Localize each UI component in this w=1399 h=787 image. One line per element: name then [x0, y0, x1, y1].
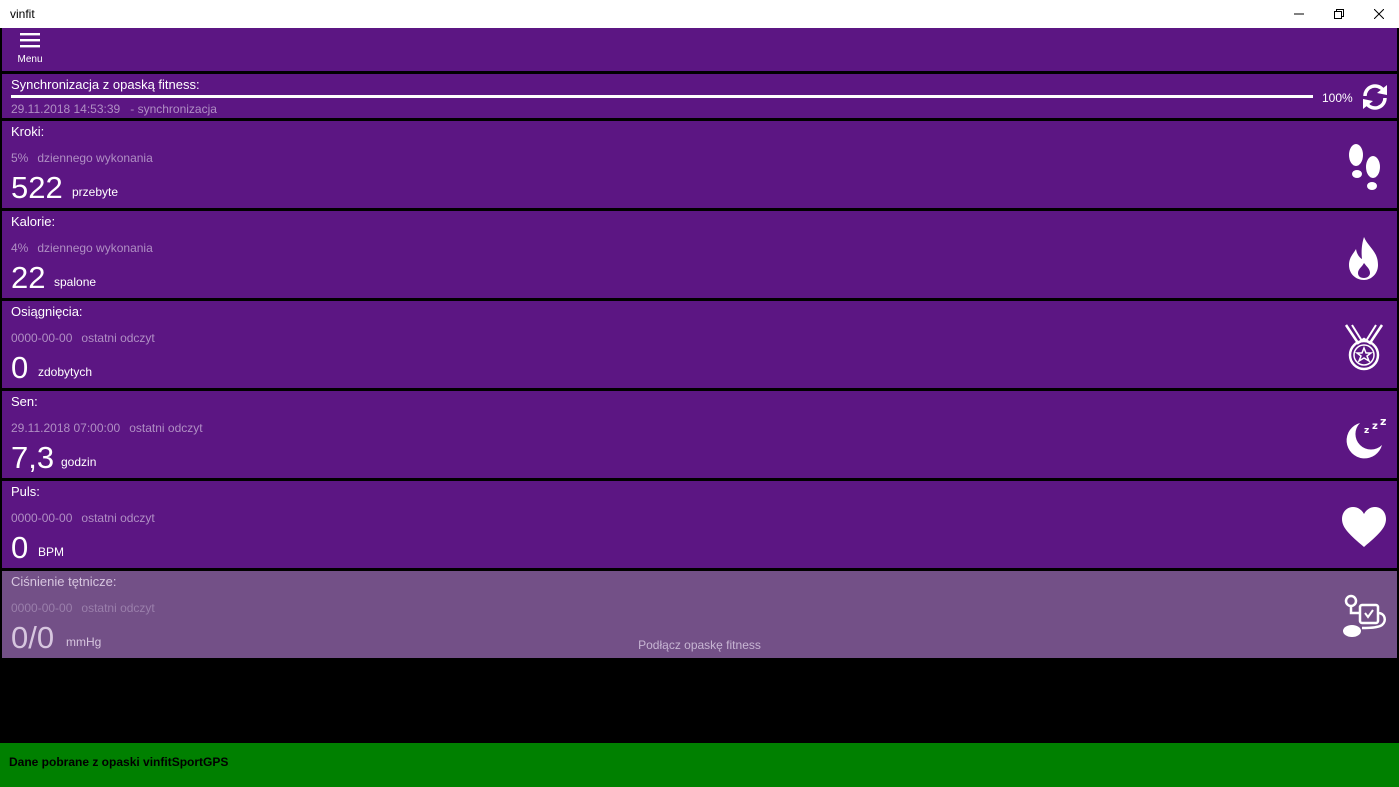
pulse-value: 0	[11, 530, 29, 565]
status-bar: Dane pobrane z opaski vinfitSportGPS	[0, 743, 1399, 787]
achievements-value: 0	[11, 350, 29, 385]
calories-sub: 4% dziennego wykonania	[11, 241, 153, 255]
close-button[interactable]	[1359, 0, 1399, 28]
steps-label: Kroki:	[11, 124, 45, 139]
achievements-sub: 0000-00-00 ostatni odczyt	[11, 331, 155, 345]
medal-icon	[1344, 324, 1384, 371]
moon-sleep-icon: z z z	[1346, 415, 1386, 459]
achievements-unit: zdobytych	[38, 365, 93, 379]
connect-band-message: Podłącz opaskę fitness	[638, 638, 761, 652]
app-content: Menu Synchronizacja z opaską fitness: 29…	[0, 28, 1399, 787]
steps-sub: 5% dziennego wykonania	[11, 151, 153, 165]
sync-button[interactable]	[1360, 82, 1390, 112]
blood-pressure-sub: 0000-00-00 ostatni odczyt	[11, 601, 155, 615]
pulse-sub: 0000-00-00 ostatni odczyt	[11, 511, 155, 525]
achievements-label: Osiągnięcia:	[11, 304, 83, 319]
svg-text:z: z	[1380, 415, 1386, 428]
pulse-unit: BPM	[38, 545, 65, 559]
sync-icon	[1363, 84, 1387, 110]
pulse-label: Puls:	[11, 484, 40, 499]
steps-value: 522	[11, 170, 63, 205]
heart-icon	[1342, 507, 1386, 547]
minimize-button[interactable]	[1279, 0, 1319, 28]
steps-panel[interactable]: Kroki: 5% dziennego wykonania 522 przebyt…	[2, 121, 1397, 208]
svg-text:z: z	[1364, 426, 1369, 436]
menu-label: Menu	[17, 54, 43, 65]
menu-bar: Menu	[2, 28, 1397, 71]
blood-pressure-icon	[1343, 594, 1387, 637]
window-title: vinfit	[10, 7, 35, 21]
blood-pressure-label: Ciśnienie tętnicze:	[11, 574, 117, 589]
calories-panel[interactable]: Kalorie: 4% dziennego wykonania 22 spalon…	[2, 211, 1397, 298]
calories-value: 22	[11, 260, 46, 295]
menu-button[interactable]: Menu	[12, 32, 48, 70]
calories-label: Kalorie:	[11, 214, 56, 229]
svg-text:z: z	[1372, 421, 1378, 432]
sleep-panel[interactable]: Sen: 29.11.2018 07:00:00 ostatni odczyt 7…	[2, 391, 1397, 478]
sync-percent: 100%	[1322, 91, 1353, 105]
restore-icon	[1334, 9, 1344, 19]
blood-pressure-panel[interactable]: Ciśnienie tętnicze: 0000-00-00 ostatni od…	[2, 571, 1397, 658]
sleep-unit: godzin	[61, 455, 97, 469]
footsteps-icon	[1349, 144, 1380, 190]
sync-progress-bar	[11, 95, 1313, 98]
restore-button[interactable]	[1319, 0, 1359, 28]
sync-panel: Synchronizacja z opaską fitness: 29.11.2…	[2, 74, 1397, 118]
steps-unit: przebyte	[72, 185, 119, 199]
achievements-panel[interactable]: Osiągnięcia: 0000-00-00 ostatni odczyt 0 …	[2, 301, 1397, 388]
close-icon	[1374, 9, 1384, 19]
title-bar: vinfit	[0, 0, 1399, 28]
sleep-label: Sen:	[11, 394, 38, 409]
sleep-value: 7,3	[11, 440, 55, 475]
sync-title: Synchronizacja z opaską fitness:	[11, 77, 200, 92]
minimize-icon	[1294, 13, 1304, 15]
calories-unit: spalone	[54, 275, 97, 289]
hamburger-icon	[20, 33, 40, 48]
sync-timestamp: 29.11.2018 14:53:39 - synchronizacja	[11, 102, 217, 116]
flame-icon	[1349, 237, 1378, 280]
pulse-panel[interactable]: Puls: 0000-00-00 ostatni odczyt 0 BPM	[2, 481, 1397, 568]
sleep-sub: 29.11.2018 07:00:00 ostatni odczyt	[11, 421, 203, 435]
status-text: Dane pobrane z opaski vinfitSportGPS	[9, 755, 229, 769]
